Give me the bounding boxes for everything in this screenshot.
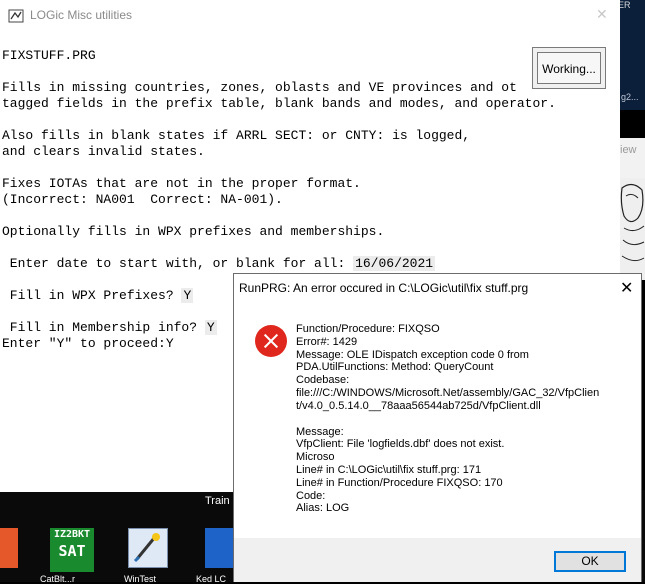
iz2bkt-sat-icon[interactable]: IZ2BKT SAT (50, 528, 94, 572)
message-line: PDA.UtilFunctions: Method: QueryCount (296, 361, 494, 374)
proceed-input[interactable]: Y (166, 336, 174, 351)
console-output: FIXSTUFF.PRG Fills in missing countries,… (2, 40, 556, 351)
console-line: tagged fields in the prefix table, blank… (2, 96, 556, 111)
dialog-title-bar[interactable]: RunPRG: An error occured in C:\LOGic\uti… (234, 274, 641, 302)
wizard-icon[interactable] (128, 528, 168, 568)
desktop-label-train: Train (205, 495, 230, 507)
proceed-prompt-row: Enter "Y" to proceed:Y (2, 336, 174, 352)
wpx-prefixes-input[interactable]: Y (181, 288, 194, 303)
message-line: Codebase: (296, 374, 350, 387)
console-line: Optionally fills in WPX prefixes and mem… (2, 224, 385, 239)
message-line: t/v4.0_0.5.14.0__78aaa56544ab725d/VfpCli… (296, 399, 541, 412)
working-label: Working... (537, 52, 601, 84)
window-title: LOGic Misc utilities (30, 8, 133, 22)
membership-info-input[interactable]: Y (204, 320, 217, 335)
wpx-prompt-label: Fill in WPX Prefixes? (2, 288, 174, 303)
message-line: Line# in Function/Procedure FIXQSO: 170 (296, 476, 503, 489)
date-prompt-label: Enter date to start with, or blank for a… (2, 256, 346, 271)
message-line: VfpClient: File 'logfields.dbf' does not… (296, 438, 505, 451)
desktop-icon-label-3: Ked LC (196, 574, 227, 584)
message-line: file:///C:/WINDOWS/Microsoft.Net/assembl… (296, 386, 600, 399)
desktop-wallpaper-fragment (620, 178, 645, 280)
proceed-prompt-label: Enter "Y" to proceed: (2, 336, 166, 351)
console-line: (Incorrect: NA001 Correct: NA-001). (2, 192, 283, 207)
desktop-view-label: iew (620, 138, 645, 178)
program-name: FIXSTUFF.PRG (2, 48, 96, 63)
message-line: Function/Procedure: FIXQSO (296, 323, 440, 335)
blue-app-icon[interactable] (205, 528, 233, 568)
working-indicator: Working... (532, 47, 606, 89)
desktop-icon-label-1: CatBlt...r (40, 574, 76, 584)
message-line: Error#: 1429 (296, 335, 358, 348)
message-line: Message: OLE IDispatch exception code 0 … (296, 348, 529, 361)
message-line: Message: (296, 425, 344, 438)
dialog-footer: OK (234, 538, 641, 582)
dialog-close-icon[interactable]: ✕ (620, 278, 633, 298)
error-message: Function/Procedure: FIXQSO Error#: 1429 … (296, 323, 626, 515)
console-line: Fixes IOTAs that are not in the proper f… (2, 176, 361, 191)
message-line: Line# in C:\LOGic\util\fix stuff.prg: 17… (296, 463, 482, 476)
close-icon[interactable]: ✕ (596, 6, 608, 23)
membership-prompt-row: Fill in Membership info? Y (2, 320, 217, 336)
console-line: and clears invalid states. (2, 144, 205, 159)
sat-text: SAT (58, 542, 86, 560)
error-dialog: RunPRG: An error occured in C:\LOGic\uti… (233, 273, 642, 582)
title-bar[interactable]: LOGic Misc utilities ✕ (0, 0, 620, 30)
desktop-text-fragment-2: g2... (621, 92, 639, 102)
dialog-body: Function/Procedure: FIXQSO Error#: 1429 … (234, 302, 641, 538)
date-prompt-row: Enter date to start with, or blank for a… (2, 256, 436, 272)
ok-button[interactable]: OK (554, 551, 626, 572)
message-line: Alias: LOG (296, 502, 350, 515)
membership-prompt-label: Fill in Membership info? (2, 320, 198, 335)
start-date-input[interactable]: 16/06/2021 (353, 256, 436, 271)
orange-app-icon[interactable] (0, 528, 18, 568)
wpx-prompt-row: Fill in WPX Prefixes? Y (2, 288, 194, 304)
error-icon (255, 325, 287, 357)
message-line: Microso (296, 451, 335, 464)
message-line: Code: (296, 489, 326, 502)
app-icon (8, 8, 24, 23)
desktop-icon-label-2: WinTest (124, 574, 157, 584)
iz2bkt-text: IZ2BKT (53, 529, 91, 540)
console-line: Fills in missing countries, zones, oblas… (2, 80, 517, 95)
console-line: Also fills in blank states if ARRL SECT:… (2, 128, 471, 143)
dialog-title: RunPRG: An error occured in C:\LOGic\uti… (239, 281, 529, 295)
